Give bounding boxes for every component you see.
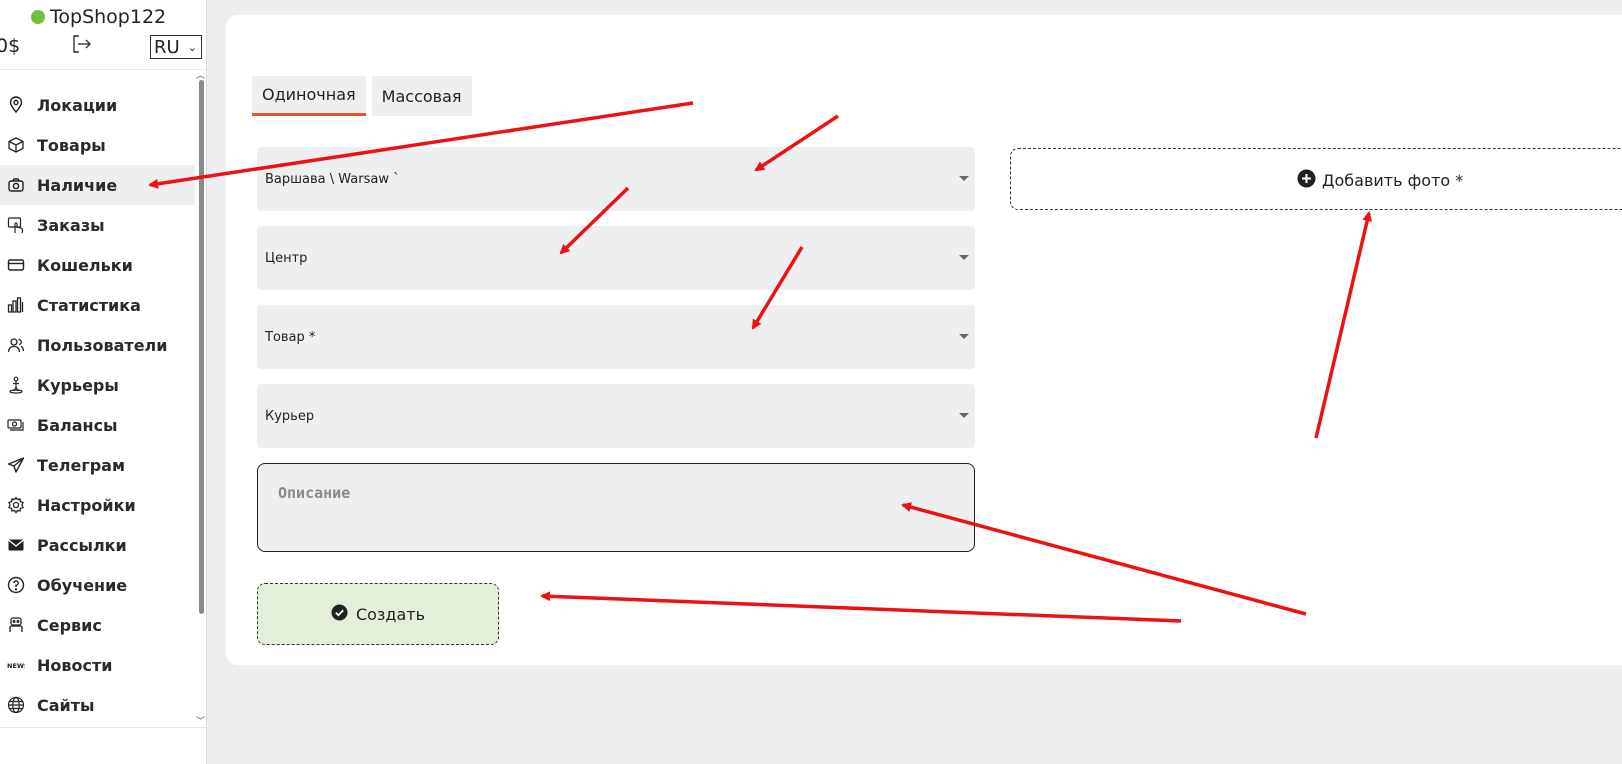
sidebar-item-users[interactable]: Пользователи	[0, 325, 195, 365]
caret-down-icon	[959, 176, 969, 181]
location-pin-icon	[7, 96, 25, 114]
check-circle-icon	[331, 604, 348, 625]
camera-icon	[7, 176, 25, 194]
sidebar-item-couriers[interactable]: Курьеры	[0, 365, 195, 405]
credit-card-icon	[7, 256, 25, 274]
box-icon	[7, 136, 25, 154]
hand-pointer-icon	[7, 216, 25, 234]
sidebar-item-label: Курьеры	[37, 375, 119, 395]
sidebar-item-telegram[interactable]: Телеграм	[0, 445, 195, 485]
gear-icon	[7, 496, 25, 514]
create-button-label: Создать	[355, 604, 426, 624]
chevron-down-icon: ⌄	[187, 40, 197, 54]
sidebar-item-wallets[interactable]: Кошельки	[0, 245, 195, 285]
shop-title: TopShop122	[31, 6, 166, 28]
mode-tabs: Одиночная Массовая	[252, 76, 472, 116]
description-textarea[interactable]	[257, 463, 975, 552]
sidebar-item-mailings[interactable]: Рассылки	[0, 525, 195, 565]
sidebar-item-balances[interactable]: Балансы	[0, 405, 195, 445]
sidebar-divider	[0, 69, 206, 70]
sidebar-item-settings[interactable]: Настройки	[0, 485, 195, 525]
caret-down-icon	[959, 413, 969, 418]
courier-select[interactable]: Курьер	[257, 384, 975, 448]
caret-down-icon	[959, 255, 969, 260]
sidebar-item-training[interactable]: Обучение	[0, 565, 195, 605]
sidebar-item-label: Товары	[37, 135, 106, 155]
district-select[interactable]: Центр	[257, 226, 975, 290]
logout-icon[interactable]	[71, 33, 93, 55]
sidebar: TopShop122 0$ RU ⌄ Локации Товары Наличи…	[0, 0, 207, 764]
sidebar-item-label: Сайты	[37, 695, 95, 715]
sidebar-item-label: Статистика	[37, 295, 141, 315]
sidebar-item-label: Наличие	[37, 175, 118, 195]
money-icon	[7, 416, 25, 434]
courier-value: Курьер	[265, 408, 315, 424]
sidebar-item-label: Кошельки	[37, 255, 133, 275]
globe-icon	[7, 696, 25, 714]
add-photo-content: Добавить фото *	[1297, 169, 1463, 192]
news-icon: NEWS	[7, 656, 25, 674]
sidebar-item-label: Сервис	[37, 615, 102, 635]
bar-chart-icon	[7, 296, 25, 314]
sidebar-item-service[interactable]: Сервис	[0, 605, 195, 645]
sidebar-item-label: Пользователи	[37, 335, 168, 355]
sidebar-item-label: Локации	[37, 95, 118, 115]
balance: 0$	[0, 35, 21, 57]
sidebar-item-stock[interactable]: Наличие	[0, 165, 195, 205]
svg-text:NEWS: NEWS	[7, 662, 25, 670]
users-icon	[7, 336, 25, 354]
tab-bulk[interactable]: Массовая	[371, 76, 472, 116]
sidebar-item-label: Новости	[37, 655, 113, 675]
sidebar-item-label: Заказы	[37, 215, 105, 235]
sidebar-item-label: Обучение	[37, 575, 128, 595]
add-photo-label: Добавить фото *	[1322, 171, 1464, 190]
sidebar-item-orders[interactable]: Заказы	[0, 205, 195, 245]
language-select[interactable]: RU ⌄	[150, 35, 202, 59]
sidebar-item-label: Настройки	[37, 495, 136, 515]
sidebar-item-label: Телеграм	[37, 455, 126, 475]
caret-down-icon	[959, 334, 969, 339]
sidebar-divider	[0, 727, 206, 728]
sidebar-item-label: Балансы	[37, 415, 118, 435]
scroll-down-icon[interactable]: ﹀	[196, 714, 205, 727]
service-icon	[7, 616, 25, 634]
question-icon	[7, 576, 25, 594]
language-value: RU	[154, 36, 180, 58]
sidebar-item-statistics[interactable]: Статистика	[0, 285, 195, 325]
sidebar-item-news[interactable]: NEWS Новости	[0, 645, 195, 685]
tab-single[interactable]: Одиночная	[252, 76, 366, 116]
sidebar-nav: Локации Товары Наличие Заказы Кошельки С…	[0, 85, 195, 725]
city-value: Варшава \ Warsaw `	[265, 171, 400, 187]
product-value: Товар *	[265, 329, 316, 345]
city-select[interactable]: Варшава \ Warsaw `	[257, 147, 975, 211]
plus-circle-icon	[1297, 169, 1316, 192]
sidebar-item-products[interactable]: Товары	[0, 125, 195, 165]
courier-icon	[7, 376, 25, 394]
telegram-icon	[7, 456, 25, 474]
product-select[interactable]: Товар *	[257, 305, 975, 369]
district-value: Центр	[265, 250, 308, 266]
sidebar-scroll-thumb[interactable]	[199, 80, 204, 614]
create-button[interactable]: Создать	[257, 583, 499, 645]
online-status-dot	[31, 10, 45, 24]
shop-name: TopShop122	[50, 6, 167, 28]
sidebar-item-locations[interactable]: Локации	[0, 85, 195, 125]
add-photo-button[interactable]: Добавить фото *	[1010, 148, 1622, 210]
sidebar-item-label: Рассылки	[37, 535, 127, 555]
sidebar-item-sites[interactable]: Сайты	[0, 685, 195, 725]
envelope-icon	[7, 536, 25, 554]
